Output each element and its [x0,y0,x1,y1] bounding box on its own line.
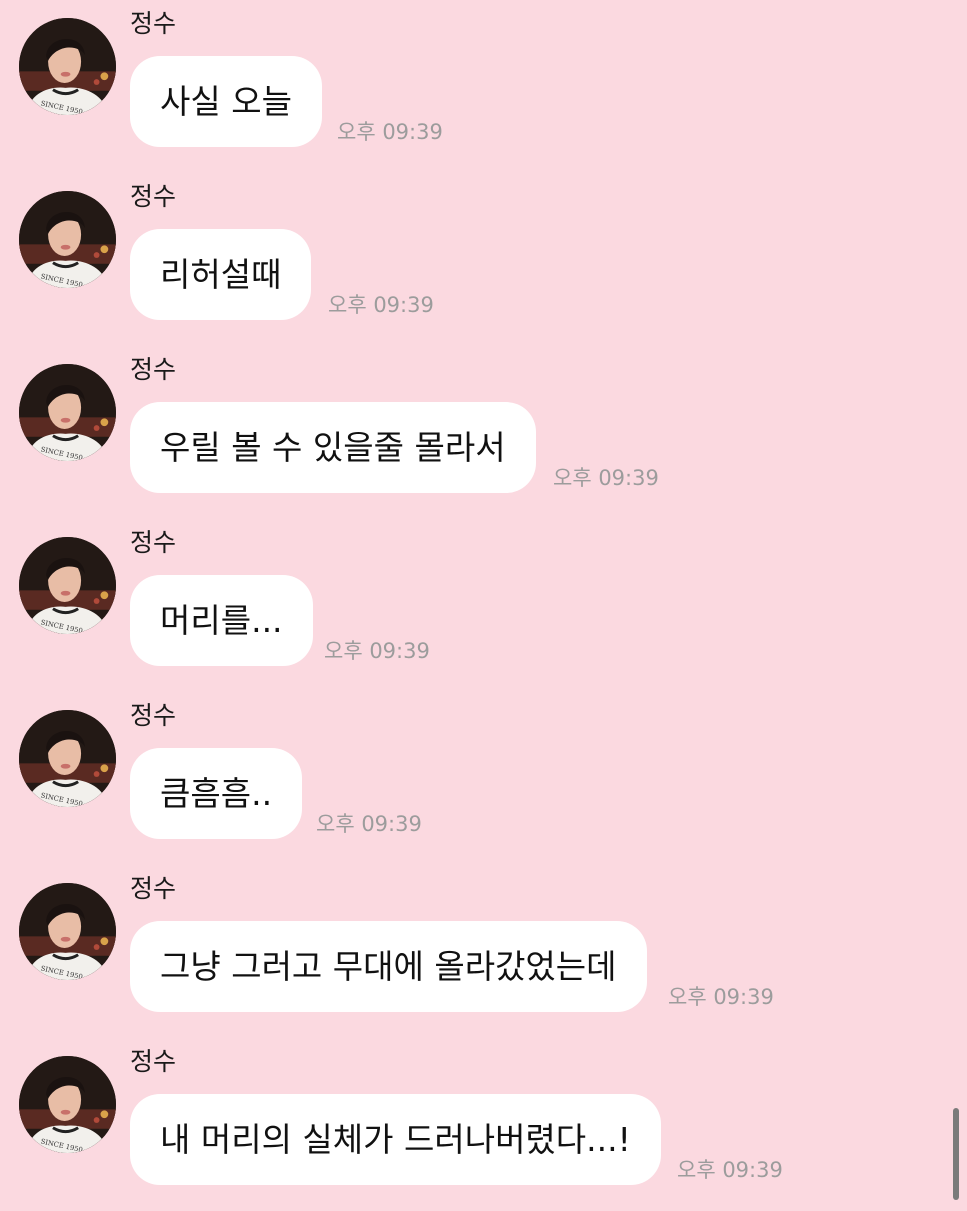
message-timestamp: 오후 09:39 [328,293,434,317]
message-bubble[interactable]: 리허설때 [130,229,312,320]
sender-name: 정수 [130,874,177,903]
sender-name: 정수 [130,528,177,557]
avatar-photo: SINCE 1950 [19,710,116,807]
message-timestamp: 오후 09:39 [668,985,774,1009]
message-bubble[interactable]: 우릴 볼 수 있을줄 몰라서 [130,402,536,493]
message-timestamp: 오후 09:39 [337,120,443,144]
avatar-photo: SINCE 1950 [19,18,116,115]
avatar[interactable]: SINCE 1950 [19,537,116,634]
message-row: SINCE 1950 정수 리허설때 오후 09:39 [0,173,967,346]
avatar[interactable]: SINCE 1950 [19,364,116,461]
scrollbar-thumb[interactable] [953,1108,959,1200]
sender-name: 정수 [130,355,177,384]
sender-name: 정수 [130,182,177,211]
sender-name: 정수 [130,9,177,38]
chat-message-list[interactable]: SINCE 1950 정수 사실 오늘 오후 09:39 SINCE 1950 … [0,0,967,1200]
message-bubble[interactable]: 머리를... [130,575,313,666]
message-row: SINCE 1950 정수 그냥 그러고 무대에 올라갔었는데 오후 09:39 [0,865,967,1038]
avatar-photo: SINCE 1950 [19,364,116,461]
message-row: SINCE 1950 정수 큼흠흠.. 오후 09:39 [0,692,967,865]
avatar[interactable]: SINCE 1950 [19,883,116,980]
sender-name: 정수 [130,701,177,730]
message-bubble[interactable]: 그냥 그러고 무대에 올라갔었는데 [130,921,647,1012]
message-bubble[interactable]: 사실 오늘 [130,56,322,147]
avatar-photo: SINCE 1950 [19,191,116,288]
message-row: SINCE 1950 정수 우릴 볼 수 있을줄 몰라서 오후 09:39 [0,346,967,519]
avatar-photo: SINCE 1950 [19,883,116,980]
avatar[interactable]: SINCE 1950 [19,710,116,807]
message-timestamp: 오후 09:39 [324,639,430,663]
avatar-photo: SINCE 1950 [19,537,116,634]
message-row: SINCE 1950 정수 머리를... 오후 09:39 [0,519,967,692]
sender-name: 정수 [130,1047,177,1076]
message-row: SINCE 1950 정수 사실 오늘 오후 09:39 [0,0,967,173]
avatar-photo: SINCE 1950 [19,1056,116,1153]
message-timestamp: 오후 09:39 [553,466,659,490]
message-row: SINCE 1950 정수 내 머리의 실체가 드러나버렸다...! 오후 09… [0,1038,967,1211]
message-bubble[interactable]: 내 머리의 실체가 드러나버렸다...! [130,1094,661,1185]
message-timestamp: 오후 09:39 [316,812,422,836]
avatar[interactable]: SINCE 1950 [19,191,116,288]
message-bubble[interactable]: 큼흠흠.. [130,748,303,839]
avatar[interactable]: SINCE 1950 [19,1056,116,1153]
message-timestamp: 오후 09:39 [677,1158,783,1182]
avatar[interactable]: SINCE 1950 [19,18,116,115]
